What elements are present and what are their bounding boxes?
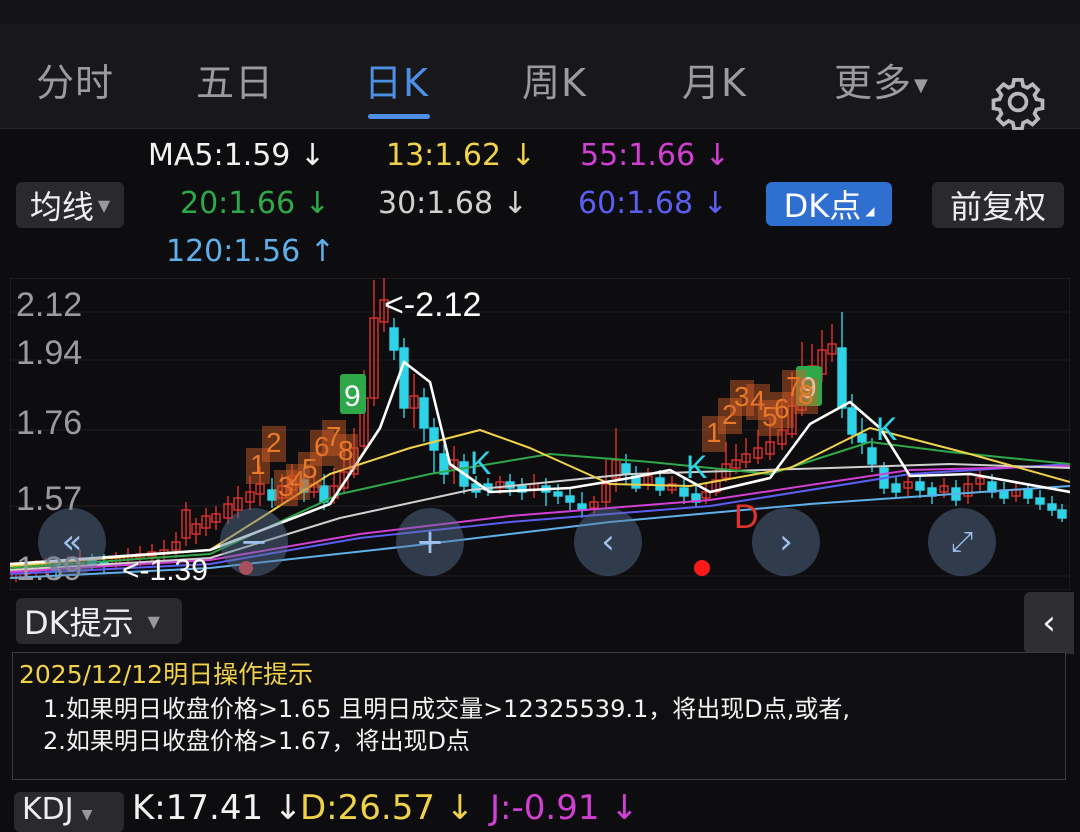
signal-dot — [694, 560, 710, 576]
candlestick-chart[interactable]: <-2.12<-1.39991234567812345678KKKD 2.121… — [10, 278, 1070, 590]
dk-point-button[interactable]: DK点 ◢ — [766, 182, 892, 226]
tab-more-label: 更多 — [834, 61, 913, 105]
ma20-value: 20:1.66 ↓ — [180, 186, 330, 221]
caret-down-icon: ▼ — [147, 611, 160, 631]
ma120-value: 120:1.56 ↑ — [166, 234, 335, 269]
indicator-select[interactable]: 均线 ▼ — [16, 182, 124, 228]
right-icon[interactable]: › — [752, 508, 820, 576]
caret-down-icon: ▼ — [81, 807, 93, 823]
kdj-select-label: KDJ — [22, 792, 74, 827]
candle-body — [553, 491, 563, 497]
gear-icon[interactable] — [990, 74, 1046, 130]
active-tab-indicator — [368, 114, 430, 119]
candle-body — [837, 347, 847, 409]
chart-frame — [10, 278, 1070, 590]
ma5-value: MA5:1.59 ↓ — [148, 138, 326, 173]
double-left-icon[interactable]: « — [38, 508, 106, 576]
candle-body — [621, 463, 631, 475]
kdj-j-value: J:-0.91 ↓ — [490, 788, 639, 828]
candle-body — [389, 327, 399, 351]
candle-body — [565, 495, 575, 503]
status-bar — [0, 0, 1080, 24]
ma55-value: 55:1.66 ↓ — [580, 138, 730, 173]
left-icon[interactable]: ‹ — [574, 508, 642, 576]
minus-icon[interactable]: − — [220, 508, 288, 576]
dk-hint-line-1: 1.如果明日收盘价格>1.65 且明日成交量>12325539.1，将出现D点,… — [43, 695, 850, 723]
candle-body — [1035, 497, 1045, 505]
indicator-select-label: 均线 — [29, 188, 94, 226]
y-tick-label: 1.76 — [16, 404, 82, 442]
forward-adjust-button[interactable]: 前复权 — [932, 182, 1064, 228]
candle-body — [891, 483, 901, 493]
dk-hint-select-label: DK提示 — [24, 604, 134, 642]
y-tick-label: 1.94 — [16, 334, 82, 372]
dk-hint-panel: 2025/12/12明日操作提示 1.如果明日收盘价格>1.65 且明日成交量>… — [12, 652, 1066, 780]
period-tabs: 分时 五日 日K 周K 月K 更多 ▼ — [0, 24, 1080, 130]
candle-body — [655, 477, 665, 491]
k-signal-label: K — [686, 449, 707, 485]
kdj-k-value: K:17.41 ↓ — [132, 788, 303, 828]
ma60-value: 60:1.68 ↓ — [578, 186, 728, 221]
plus-icon[interactable]: + — [396, 508, 464, 576]
candle-body — [857, 433, 867, 443]
corner-triangle-icon: ◢ — [865, 204, 875, 218]
tab-intraday[interactable]: 分时 — [36, 52, 114, 107]
candle-body — [419, 397, 429, 429]
caret-down-icon: ▼ — [914, 75, 929, 96]
tab-monthly-k[interactable]: 月K — [682, 52, 747, 107]
chevron-left-icon: ‹ — [1042, 603, 1056, 643]
caret-down-icon: ▼ — [97, 195, 111, 215]
tab-five-day[interactable]: 五日 — [196, 52, 274, 107]
nine-marker-label: 9 — [344, 380, 361, 413]
ma13-value: 13:1.62 ↓ — [386, 138, 536, 173]
candle-body — [915, 481, 925, 491]
k-signal-label: K — [470, 445, 491, 481]
candle-body — [1057, 509, 1067, 519]
candle-body — [1047, 503, 1057, 511]
tab-more[interactable]: 更多 ▼ — [834, 52, 929, 107]
dk-point-label: DK点 — [783, 187, 862, 225]
candle-body — [429, 427, 439, 451]
dk-hint-select[interactable]: DK提示 ▼ — [16, 598, 182, 644]
expand-icon[interactable]: ⤢ — [928, 508, 996, 576]
count-digit: 2 — [266, 427, 282, 458]
kdj-d-value: D:26.57 ↓ — [300, 788, 475, 828]
candle-body — [867, 447, 877, 465]
dk-hint-title: 2025/12/12明日操作提示 — [19, 660, 314, 689]
tab-weekly-k[interactable]: 周K — [522, 52, 587, 107]
candle-body — [1023, 489, 1033, 499]
k-signal-label: K — [876, 411, 897, 447]
max-price-label: <-2.12 — [384, 286, 481, 324]
candle-body — [399, 347, 409, 409]
min-price-label: <-1.39 — [122, 554, 208, 587]
candle-body — [847, 407, 857, 435]
kdj-select[interactable]: KDJ ▼ — [14, 792, 124, 832]
count-digit: 8 — [798, 379, 814, 410]
count-digit: 8 — [338, 435, 354, 466]
y-tick-label: 2.12 — [16, 286, 82, 324]
candle-body — [679, 487, 689, 497]
tab-daily-k[interactable]: 日K — [364, 52, 429, 107]
collapse-panel-button[interactable]: ‹ — [1024, 592, 1074, 654]
dk-hint-line-2: 2.如果明日收盘价格>1.67，将出现D点 — [43, 727, 470, 755]
ma30-value: 30:1.68 ↓ — [378, 186, 528, 221]
